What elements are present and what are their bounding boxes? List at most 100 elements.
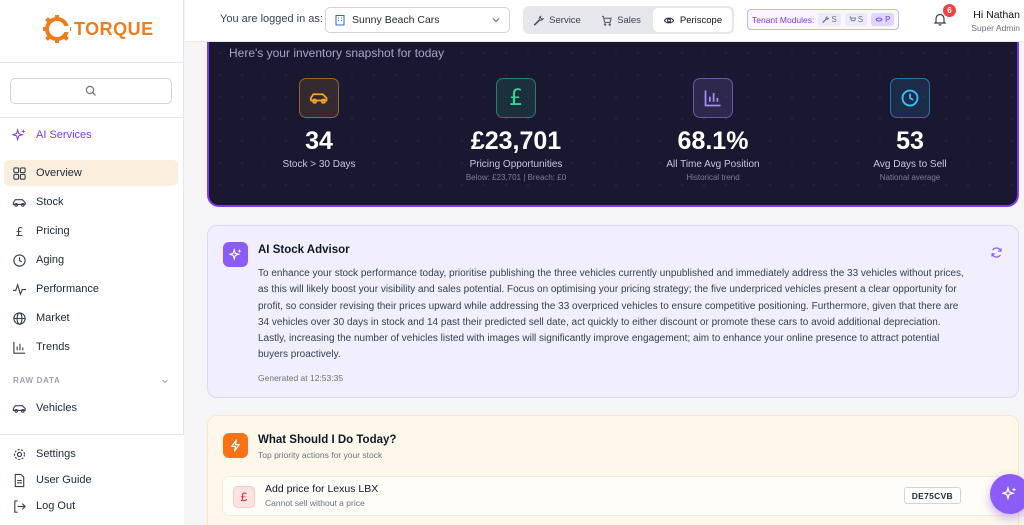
stat-value: 68.1%	[677, 127, 749, 155]
module-tab-periscope[interactable]: Periscope	[653, 8, 732, 32]
action-item-title: Add price for Lexus LBX	[265, 483, 379, 495]
sidebar-item-user-guide[interactable]: User Guide	[4, 467, 178, 493]
sidebar-divider	[0, 62, 184, 63]
advisor-generated-time: Generated at 12:53:35	[258, 373, 344, 383]
tenant-modules[interactable]: Tenant Modules: S S P	[747, 9, 900, 30]
sparkles-icon	[12, 127, 26, 141]
sidebar: TORQUE AI Services Overview Stock £ Pric…	[0, 0, 184, 525]
tenant-chip-label: S	[857, 15, 864, 24]
sidebar-item-label: Trends	[36, 341, 70, 353]
wrench-icon	[822, 16, 830, 23]
sidebar-item-ai-services[interactable]: AI Services	[4, 122, 178, 148]
priority-actions-subtitle: Top priority actions for your stock	[258, 450, 383, 460]
refresh-icon[interactable]	[990, 246, 1003, 259]
sidebar-divider	[0, 117, 184, 118]
priority-actions-card: What Should I Do Today? Top priority act…	[207, 415, 1019, 525]
sidebar-item-label: Settings	[36, 448, 76, 460]
user-greeting[interactable]: Hi Nathan	[973, 9, 1020, 21]
eye-icon	[663, 17, 675, 23]
pound-icon: £	[233, 486, 255, 508]
clock-icon	[890, 78, 930, 118]
sidebar-item-stock[interactable]: Stock	[4, 189, 178, 215]
torque-logo[interactable]: TORQUE	[42, 14, 154, 44]
module-switcher: Service Sales Periscope	[523, 6, 734, 34]
chevron-down-icon	[162, 379, 168, 383]
car-icon	[12, 404, 26, 413]
notification-badge: 6	[943, 4, 956, 17]
stat-card-stock-30-days[interactable]: 34 Stock > 30 Days	[219, 78, 419, 170]
eye-icon	[875, 17, 883, 22]
stat-sublabel: Historical trend	[686, 173, 740, 182]
brand-name: TORQUE	[74, 18, 154, 39]
sidebar-item-label: Log Out	[36, 500, 76, 512]
sidebar-item-label: Stock	[36, 196, 64, 208]
grid-icon	[13, 166, 26, 180]
cart-icon	[602, 15, 612, 26]
action-item-subtitle: Cannot sell without a price	[265, 498, 365, 508]
tenant-chip-label: S	[831, 15, 837, 24]
module-tab-service[interactable]: Service	[525, 8, 589, 32]
sidebar-item-market[interactable]: Market	[4, 305, 178, 331]
stat-label: Pricing Opportunities	[469, 159, 563, 170]
raw-data-label: RAW DATA	[13, 376, 61, 385]
sidebar-item-label: Vehicles	[36, 402, 77, 414]
priority-actions-title: What Should I Do Today?	[258, 434, 397, 446]
document-icon	[14, 473, 25, 487]
cart-icon	[849, 16, 856, 22]
registration-plate: DE75CVB	[903, 487, 961, 504]
sidebar-item-trends[interactable]: Trends	[4, 334, 178, 360]
action-item[interactable]: £ Add price for Lexus LBX Cannot sell wi…	[222, 476, 1006, 516]
gear-icon	[13, 448, 26, 460]
car-icon	[299, 78, 339, 118]
sidebar-item-label: Pricing	[36, 225, 70, 237]
sidebar-item-aging[interactable]: Aging	[4, 247, 178, 273]
stat-card-avg-position[interactable]: 68.1% All Time Avg Position Historical t…	[613, 78, 813, 182]
clock-icon	[13, 253, 26, 267]
sidebar-search[interactable]	[10, 78, 172, 104]
sidebar-item-vehicles[interactable]: Vehicles	[4, 395, 178, 421]
raw-data-section-toggle[interactable]: RAW DATA	[13, 376, 169, 385]
svg-text:£: £	[16, 225, 24, 239]
sparkles-icon	[223, 242, 248, 267]
pound-icon: £	[496, 78, 536, 118]
sidebar-item-label: Aging	[36, 254, 65, 266]
tenant-chip-service: S	[818, 13, 841, 26]
globe-icon	[13, 311, 26, 325]
sparkles-icon	[1002, 486, 1017, 501]
ai-assistant-button[interactable]	[990, 474, 1024, 514]
stat-value: £23,701	[470, 127, 562, 155]
logout-icon	[14, 499, 26, 513]
advisor-recommendation-text: To enhance your stock performance today,…	[258, 268, 964, 361]
lightning-icon	[223, 433, 248, 458]
sidebar-item-settings[interactable]: Settings	[4, 441, 178, 467]
sidebar-item-label: Performance	[36, 283, 99, 295]
stat-card-pricing-opportunities[interactable]: £ £23,701 Pricing Opportunities Below: £…	[416, 78, 616, 182]
stat-sublabel: Below: £23,701 | Breach: £0	[465, 173, 567, 182]
sidebar-item-performance[interactable]: Performance	[4, 276, 178, 302]
tenant-chip-label: P	[885, 15, 891, 24]
sidebar-item-label: Market	[36, 312, 70, 324]
sidebar-item-pricing[interactable]: £ Pricing	[4, 218, 178, 244]
pulse-icon	[12, 282, 27, 296]
tenant-chip-sales: S	[844, 13, 868, 26]
user-role: Super Admin	[971, 23, 1020, 33]
dealer-select[interactable]: Sunny Beach Cars	[325, 7, 510, 33]
sidebar-item-label: User Guide	[36, 474, 92, 486]
stat-card-avg-days-to-sell[interactable]: 53 Avg Days to Sell National average	[810, 78, 1010, 182]
pound-icon: £	[16, 225, 24, 239]
stat-label: All Time Avg Position	[666, 159, 760, 170]
wrench-icon	[533, 15, 545, 26]
sidebar-item-log-out[interactable]: Log Out	[4, 493, 178, 519]
top-header: You are logged in as: Sunny Beach Cars S…	[185, 0, 1024, 42]
stat-label: Stock > 30 Days	[282, 159, 356, 170]
module-label: Sales	[617, 14, 641, 26]
building-icon	[335, 15, 345, 26]
module-label: Service	[549, 14, 581, 26]
module-label: Periscope	[679, 14, 723, 26]
sidebar-item-label: Overview	[36, 167, 82, 179]
bar-chart-icon	[693, 78, 733, 118]
stat-value: 53	[896, 127, 924, 155]
advisor-title: AI Stock Advisor	[258, 244, 350, 256]
sidebar-item-overview[interactable]: Overview	[4, 160, 178, 186]
module-tab-sales[interactable]: Sales	[591, 8, 651, 32]
